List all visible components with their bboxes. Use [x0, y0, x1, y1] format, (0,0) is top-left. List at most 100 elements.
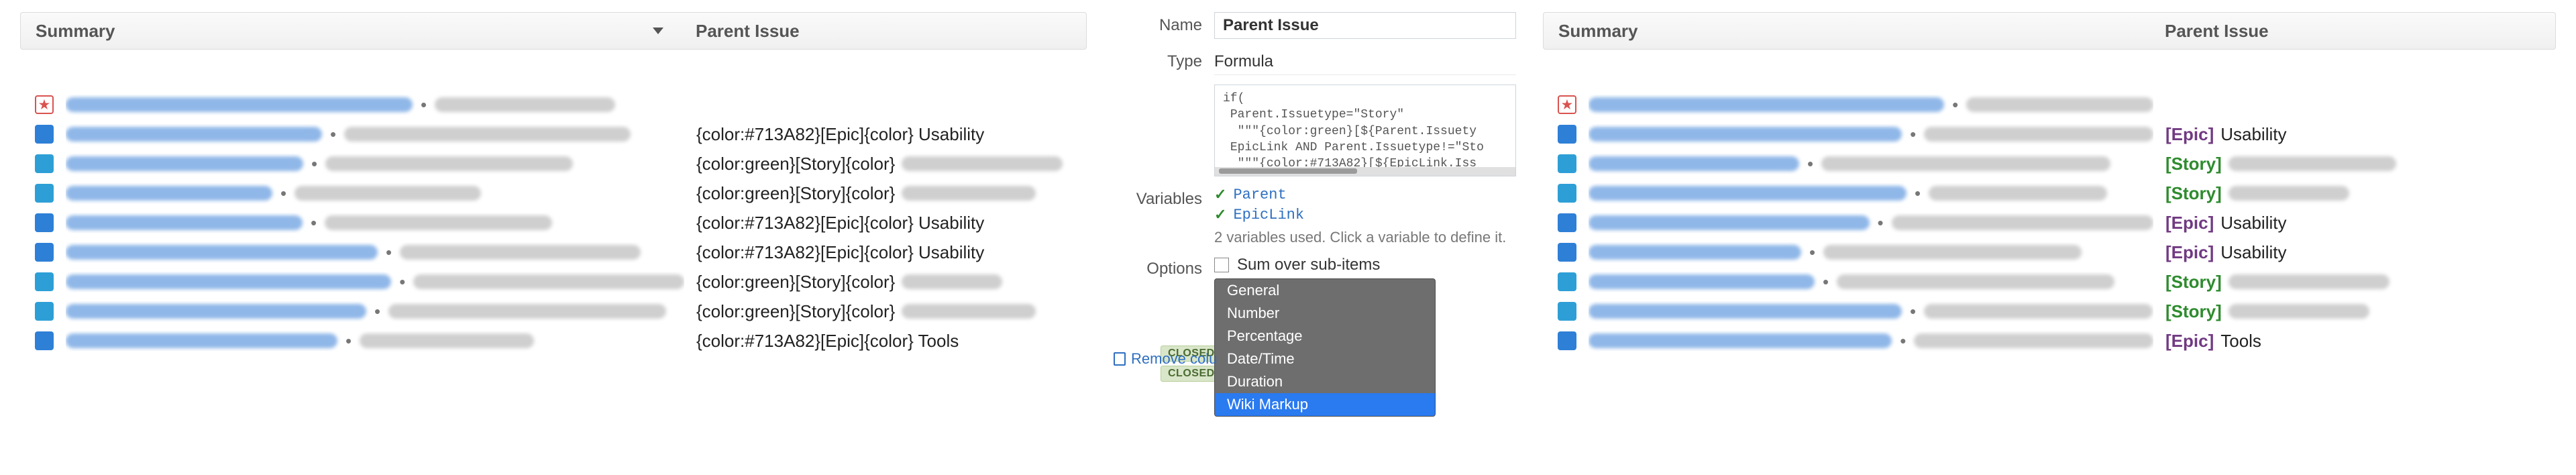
table-row[interactable]: • [Story]	[1543, 149, 2556, 178]
subtask-icon	[1558, 184, 1576, 203]
summary-cell: •	[1589, 213, 2153, 233]
table-row[interactable]: • [Story]	[1543, 178, 2556, 208]
name-label: Name	[1114, 12, 1214, 35]
type-value[interactable]: Formula	[1214, 48, 1516, 75]
favorite-icon: ★	[1558, 95, 1576, 114]
table-header: Summary Parent Issue	[20, 12, 1087, 50]
right-table-pane: Summary Parent Issue ★••[Epic] Usability…	[1523, 0, 2576, 475]
summary-cell: •	[1589, 272, 2153, 293]
parent-cell: [Epic] Tools	[2165, 331, 2541, 352]
remove-column-link[interactable]: Remove colu	[1114, 350, 1217, 368]
summary-cell: •	[1589, 154, 2153, 174]
table-row[interactable]: • [Story]	[1543, 297, 2556, 326]
parent-cell: {color:#713A82}[Epic]{color} Usability	[696, 242, 1072, 263]
variable-epiclink[interactable]: ✓EpicLink	[1214, 206, 1516, 223]
col-parent-header[interactable]: Parent Issue	[696, 21, 1071, 42]
options-label: Options	[1114, 256, 1214, 278]
parent-cell: {color:#713A82}[Epic]{color} Usability	[696, 213, 1072, 233]
parent-cell: {color:green}[Story]{color}	[696, 272, 1072, 293]
issue-icon	[35, 331, 54, 350]
chevron-down-icon[interactable]	[653, 28, 663, 34]
table-row[interactable]: • [Epic] Tools	[1543, 326, 2556, 356]
table-row[interactable]: • {color:green}[Story]{color}	[20, 267, 1087, 297]
summary-cell: •	[1589, 242, 2153, 263]
subtask-icon	[1558, 272, 1576, 291]
subtask-icon	[1558, 154, 1576, 173]
summary-cell: •	[1589, 124, 2153, 145]
table-header: Summary Parent Issue	[1543, 12, 2556, 50]
table-row[interactable]: ★•	[20, 90, 1087, 119]
formula-code[interactable]	[1214, 85, 1516, 172]
issue-icon	[1558, 213, 1576, 232]
parent-cell: [Epic] Usability	[2165, 242, 2541, 263]
parent-cell: [Story]	[2165, 301, 2541, 322]
summary-cell: •	[1589, 331, 2153, 352]
summary-cell: •	[66, 154, 684, 174]
name-input[interactable]	[1214, 12, 1516, 39]
format-option-percentage[interactable]: Percentage	[1215, 325, 1435, 348]
summary-cell: •	[66, 331, 684, 352]
summary-cell: •	[1589, 95, 2153, 115]
parent-cell: [Story]	[2165, 154, 2541, 174]
variables-hint: 2 variables used. Click a variable to de…	[1214, 229, 1516, 246]
parent-cell: [Epic] Usability	[2165, 124, 2541, 145]
left-rows: ★••{color:#713A82}[Epic]{color} Usabilit…	[20, 90, 1087, 356]
subtask-icon	[35, 184, 54, 203]
col-summary-header[interactable]: Summary	[1558, 21, 2153, 42]
format-option-date-time[interactable]: Date/Time	[1215, 348, 1435, 370]
col-parent-header[interactable]: Parent Issue	[2165, 21, 2540, 42]
table-row[interactable]: • {color:green}[Story]{color}	[20, 149, 1087, 178]
parent-cell: {color:green}[Story]{color}	[696, 154, 1072, 174]
parent-cell: {color:green}[Story]{color}	[696, 301, 1072, 322]
issue-icon	[35, 125, 54, 144]
table-row[interactable]: • [Epic] Usability	[1543, 119, 2556, 149]
issue-icon	[35, 243, 54, 262]
table-row[interactable]: • {color:#713A82}[Epic]{color} Usability	[20, 208, 1087, 237]
code-horizontal-scrollbar[interactable]	[1214, 167, 1516, 176]
formula-editor-pane: Name Type Formula Variables ✓Parent✓Epic…	[1107, 0, 1523, 475]
summary-cell: •	[66, 183, 684, 204]
table-row[interactable]: • [Epic] Usability	[1543, 208, 2556, 237]
summary-cell: •	[66, 95, 684, 115]
parent-cell: {color:#713A82}[Epic]{color} Tools	[696, 331, 1072, 352]
parent-cell: [Story]	[2165, 272, 2541, 293]
parent-cell: [Story]	[2165, 183, 2541, 204]
variable-parent[interactable]: ✓Parent	[1214, 186, 1516, 203]
parent-cell: [Epic] Usability	[2165, 213, 2541, 233]
left-table-pane: Summary Parent Issue ★••{color:#713A82}[…	[0, 0, 1107, 475]
summary-cell: •	[66, 272, 684, 293]
table-row[interactable]: • [Epic] Usability	[1543, 237, 2556, 267]
subtask-icon	[1558, 302, 1576, 321]
table-row[interactable]: • {color:green}[Story]{color}	[20, 178, 1087, 208]
summary-cell: •	[66, 213, 684, 233]
format-option-duration[interactable]: Duration	[1215, 370, 1435, 393]
issue-icon	[1558, 243, 1576, 262]
right-rows: ★••[Epic] Usability•[Story]•[Story]•[Epi…	[1543, 90, 2556, 356]
check-icon: ✓	[1214, 186, 1226, 203]
table-row[interactable]: ★•	[1543, 90, 2556, 119]
summary-cell: •	[1589, 183, 2153, 204]
subtask-icon	[35, 302, 54, 321]
table-row[interactable]: • {color:green}[Story]{color}	[20, 297, 1087, 326]
summary-cell: •	[66, 242, 684, 263]
issue-icon	[1558, 331, 1576, 350]
table-row[interactable]: •{color:#713A82}[Epic]{color} Usability	[20, 119, 1087, 149]
parent-cell: {color:#713A82}[Epic]{color} Usability	[696, 124, 1072, 145]
table-row[interactable]: • {color:#713A82}[Epic]{color} Usability	[20, 237, 1087, 267]
table-row[interactable]: • {color:#713A82}[Epic]{color} Tools	[20, 326, 1087, 356]
sum-label: Sum over sub-items	[1237, 256, 1380, 274]
parent-cell: {color:green}[Story]{color}	[696, 183, 1072, 204]
col-summary-header[interactable]: Summary	[36, 21, 641, 42]
issue-icon	[35, 213, 54, 232]
format-option-general[interactable]: General	[1215, 279, 1435, 302]
summary-cell: •	[1589, 301, 2153, 322]
variables-label: Variables	[1114, 186, 1214, 209]
summary-cell: •	[66, 301, 684, 322]
subtask-icon	[35, 154, 54, 173]
sum-checkbox[interactable]	[1214, 258, 1229, 272]
format-option-wiki-markup[interactable]: Wiki Markup	[1215, 393, 1435, 416]
trash-icon	[1114, 352, 1126, 366]
table-row[interactable]: • [Story]	[1543, 267, 2556, 297]
issue-icon	[1558, 125, 1576, 144]
format-option-number[interactable]: Number	[1215, 302, 1435, 325]
